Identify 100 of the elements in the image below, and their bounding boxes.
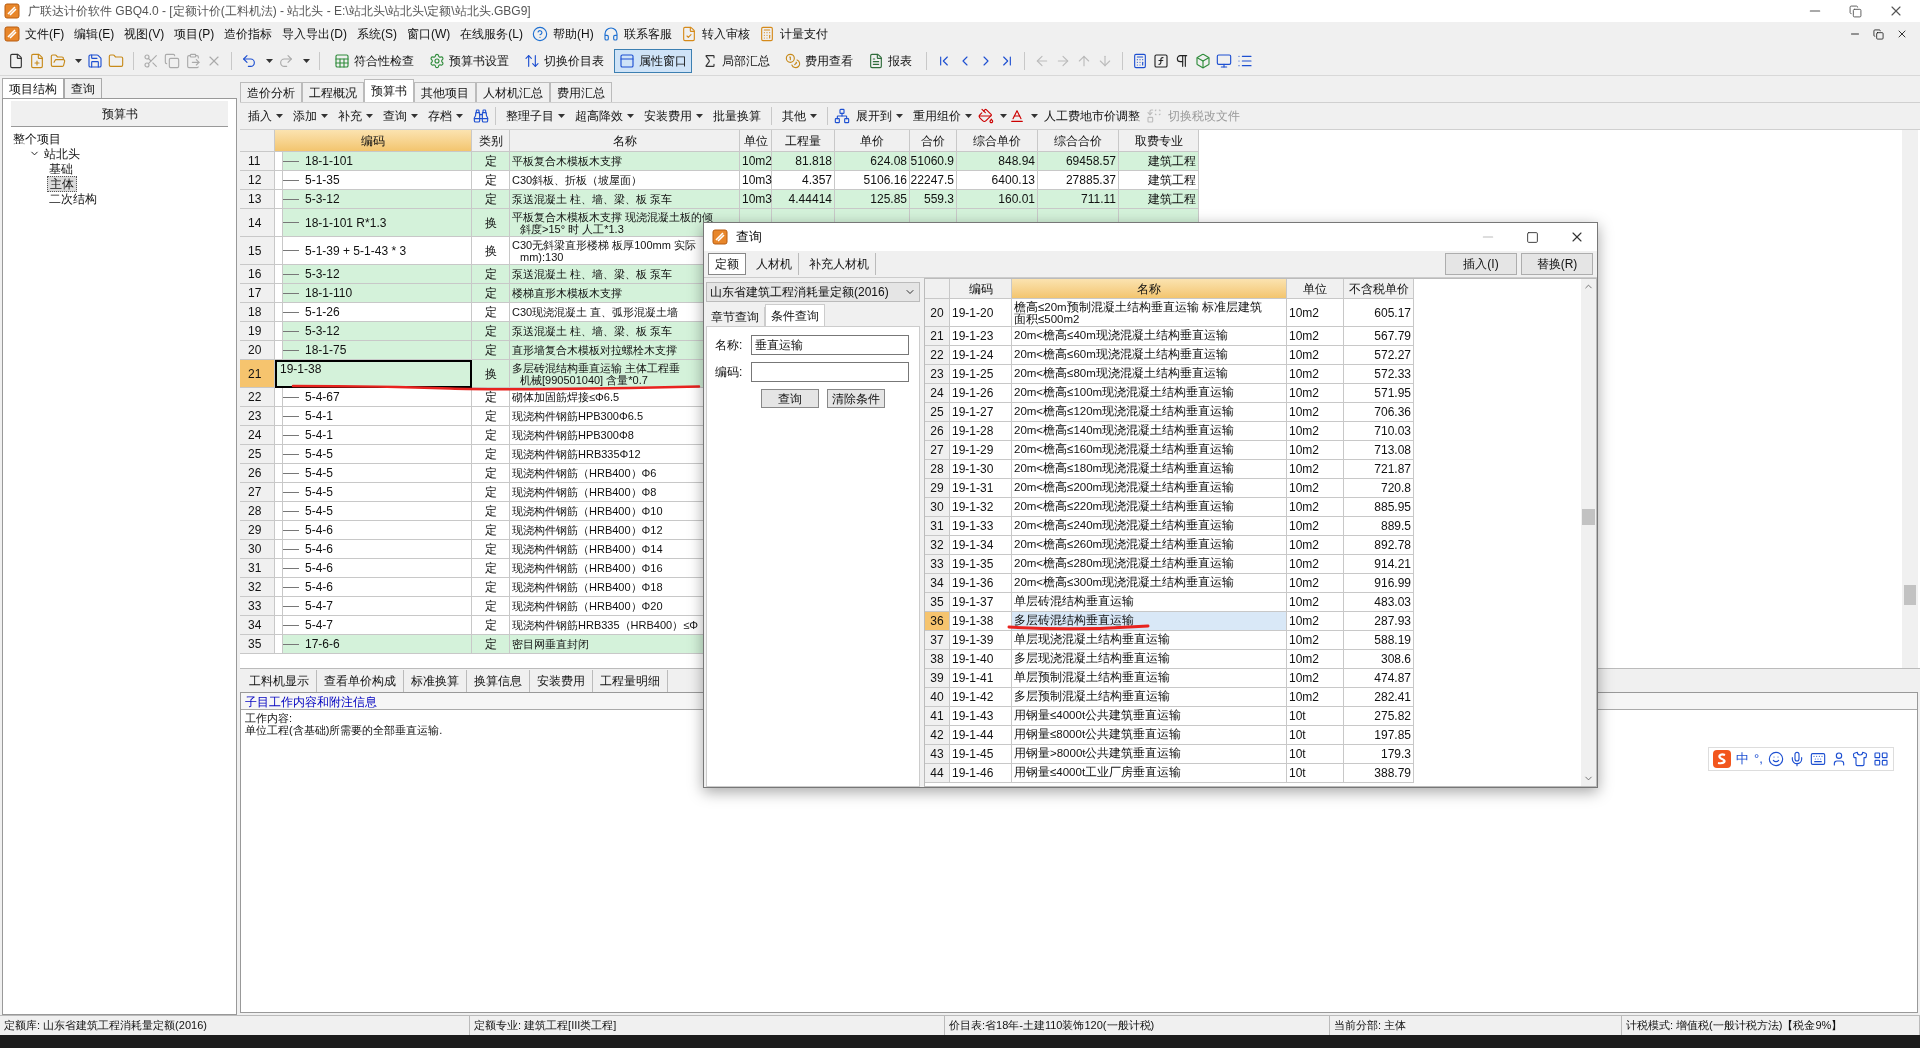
row-number[interactable]: 24 [240,426,275,445]
row-number[interactable]: 33 [240,597,275,616]
save-icon[interactable] [87,52,103,69]
undo-icon[interactable] [241,52,257,69]
toolbar-button[interactable]: 整理子目 [502,105,569,127]
row-number[interactable]: 11 [240,152,275,171]
row-number[interactable]: 22 [240,388,275,407]
row-number[interactable]: 42 [925,726,950,745]
menu-item[interactable]: 项目(P) [169,25,220,43]
column-header[interactable]: 名称 [1012,279,1287,299]
bottom-tab[interactable]: 标准换算 [404,669,467,692]
toolbar-button[interactable]: 人工费地市价调整 [1040,105,1144,127]
keyboard-icon[interactable] [1809,751,1826,767]
code-input[interactable]: 19-1-38 [275,360,472,388]
menu-item[interactable]: 转入审核 [696,25,755,43]
row-number[interactable]: 12 [240,171,275,190]
row-number[interactable]: 43 [925,745,950,764]
row-number[interactable]: 13 [240,190,275,209]
column-header[interactable]: 不含税单价 [1344,279,1414,299]
row-number[interactable]: 29 [925,479,950,498]
tree-item[interactable]: 主体 [47,175,77,192]
scrollbar-thumb[interactable] [1582,509,1595,525]
row-number[interactable]: 34 [925,574,950,593]
dialog-tab[interactable]: 定额 [708,253,746,275]
toolbar-button[interactable]: 符合性检查 [329,48,419,73]
toolbar-button[interactable]: 查询 [379,105,422,127]
row-number[interactable]: 16 [240,265,275,284]
row-number[interactable]: 34 [240,616,275,635]
ime-mode[interactable]: °, [1754,749,1763,769]
toolbar-button[interactable]: 其他 [778,105,821,127]
row-number[interactable]: 23 [240,407,275,426]
folder-icon[interactable] [108,52,124,69]
toolbar-button[interactable]: 补充 [334,105,377,127]
menu-item[interactable]: 窗口(W) [402,25,456,43]
row-number[interactable]: 22 [925,346,950,365]
bottom-tab[interactable]: 工料机显示 [242,669,317,692]
grid-icon[interactable] [1872,751,1889,767]
toolbar-button[interactable]: 超高降效 [571,105,638,127]
column-header[interactable]: 工程量 [772,130,835,152]
bottom-tab[interactable]: 安装费用 [530,669,593,692]
row-number[interactable]: 25 [240,445,275,464]
row-number[interactable]: 41 [925,707,950,726]
row-number[interactable]: 14 [240,209,275,237]
row-number[interactable]: 29 [240,521,275,540]
bottom-tab[interactable]: 工程量明细 [593,669,668,692]
toolbar-button[interactable]: 局部汇总 [697,48,775,73]
library-dropdown[interactable]: 山东省建筑工程消耗量定额(2016) [706,282,920,302]
scrollbar-thumb[interactable] [1904,585,1916,605]
column-header[interactable]: 编码 [275,130,472,152]
row-number[interactable]: 26 [240,464,275,483]
dialog-button[interactable]: 替换(R) [1521,253,1593,275]
row-number[interactable]: 28 [925,460,950,479]
menu-item[interactable]: 导入导出(D) [277,25,352,43]
input-field[interactable] [751,362,909,382]
row-number[interactable]: 20 [925,299,950,327]
dialog-button[interactable]: 插入(I) [1445,253,1517,275]
input-field[interactable]: 垂直运输 [751,335,909,355]
scrollbar[interactable] [1902,130,1918,668]
ime-logo-icon[interactable] [1713,750,1731,768]
action-button[interactable]: 清除条件 [827,389,885,408]
row-number[interactable]: 37 [925,631,950,650]
function-icon[interactable] [1153,52,1169,69]
open-folder-icon[interactable] [50,52,66,69]
menu-item[interactable]: 联系客服 [618,25,677,43]
row-number[interactable]: 23 [925,365,950,384]
row-number[interactable]: 27 [925,441,950,460]
row-number[interactable]: 19 [240,322,275,341]
calculator-icon[interactable] [1132,52,1148,69]
column-header[interactable]: 综合单价 [957,130,1038,152]
new-file-icon[interactable] [8,52,24,69]
ime-mode[interactable]: 中 [1736,749,1749,769]
row-number[interactable]: 35 [240,635,275,654]
tree-item[interactable]: 基础 [47,161,75,176]
tree-item[interactable]: 二次结构 [47,191,99,206]
toolbar-button[interactable]: 属性窗口 [614,48,692,73]
row-number[interactable]: 27 [240,483,275,502]
menu-item[interactable]: 视图(V) [119,25,170,43]
menu-item[interactable]: 系统(S) [352,25,402,43]
column-header[interactable]: 单位 [1287,279,1344,299]
menu-item[interactable]: 文件(F) [20,25,70,43]
row-number[interactable]: 31 [925,517,950,536]
row-number[interactable]: 30 [240,540,275,559]
row-number[interactable]: 21 [240,360,275,388]
document-tab[interactable]: 预算书 [364,79,414,102]
row-number[interactable]: 26 [925,422,950,441]
toolbar-button[interactable]: 存档 [424,105,467,127]
row-number[interactable]: 33 [925,555,950,574]
restore-icon[interactable] [1849,4,1862,18]
row-number[interactable]: 20 [240,341,275,360]
toolbar-button[interactable]: 安装费用 [640,105,707,127]
column-header[interactable]: 类别 [472,130,510,152]
column-header[interactable]: 单价 [835,130,910,152]
toolbar-button[interactable]: 预算书设置 [424,48,514,73]
column-header[interactable]: 编码 [950,279,1012,299]
document-tab[interactable]: 造价分析 [240,82,302,102]
toolbar-button[interactable]: 添加 [289,105,332,127]
row-number[interactable]: 44 [925,764,950,783]
smiley-icon[interactable] [1767,751,1784,767]
row-number[interactable]: 30 [925,498,950,517]
cube-icon[interactable] [1195,52,1211,69]
